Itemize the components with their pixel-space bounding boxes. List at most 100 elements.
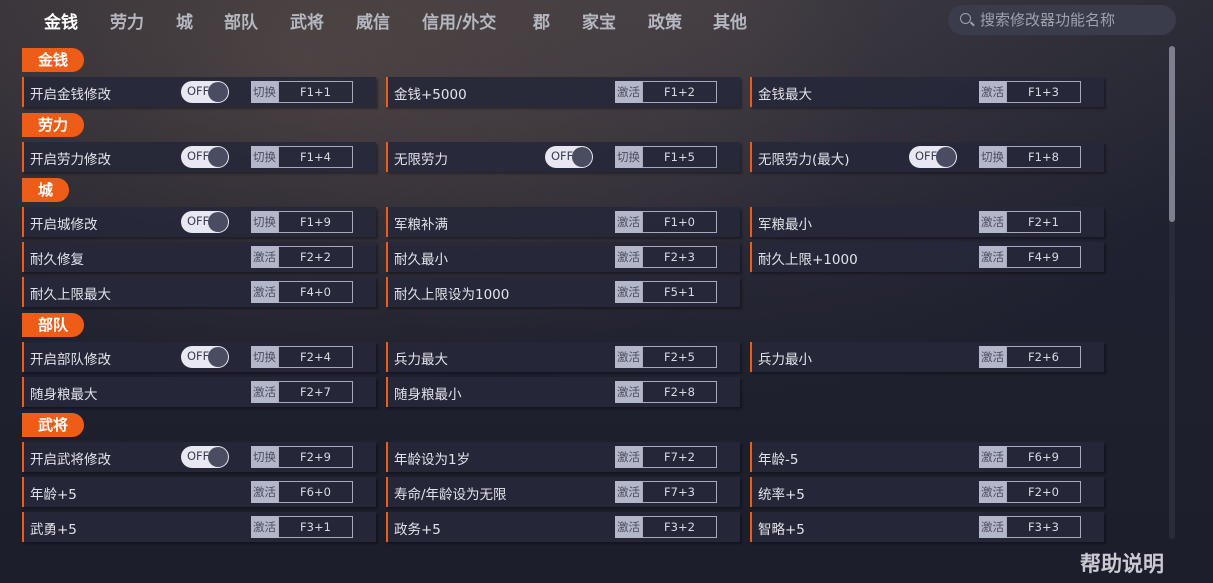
hotkey-field[interactable]: F2+1 — [1006, 211, 1081, 233]
feature-label: 兵力最大 — [394, 352, 448, 368]
hotkey-field[interactable]: F2+0 — [1006, 481, 1081, 503]
hotkey-field[interactable]: F1+9 — [278, 211, 353, 233]
hotkey-field[interactable]: F1+1 — [278, 81, 353, 103]
toggle-state: OFF — [187, 449, 210, 463]
hotkey-field[interactable]: F2+3 — [642, 246, 717, 268]
feature-row: 军粮最小 激活 F2+1 — [750, 207, 1104, 237]
hotkey-action-label: 激活 — [615, 81, 642, 103]
feature-label: 年龄设为1岁 — [394, 452, 471, 468]
feature-row: 耐久上限设为1000 激活 F5+1 — [386, 277, 740, 307]
feature-label: 政务+5 — [394, 522, 441, 538]
hotkey-field[interactable]: F2+7 — [278, 381, 353, 403]
feature-row: 兵力最小 激活 F2+6 — [750, 342, 1104, 372]
hotkey-field[interactable]: F1+8 — [1006, 146, 1081, 168]
feature-toggle[interactable]: OFF — [545, 146, 593, 168]
hotkey-field[interactable]: F4+0 — [278, 281, 353, 303]
feature-row: 开启武将修改 OFF 切换 F2+9 — [22, 442, 376, 472]
hotkey-action-label: 激活 — [615, 481, 642, 503]
hotkey-field[interactable]: F5+1 — [642, 281, 717, 303]
hotkey-field[interactable]: F2+8 — [642, 381, 717, 403]
hotkey-field[interactable]: F2+2 — [278, 246, 353, 268]
feature-toggle[interactable]: OFF — [181, 211, 229, 233]
feature-label: 年龄+5 — [30, 487, 77, 503]
hotkey-action-label: 激活 — [979, 516, 1006, 538]
feature-label: 武勇+5 — [30, 522, 77, 538]
hotkey-field[interactable]: F1+0 — [642, 211, 717, 233]
hotkey-action-label: 切换 — [251, 446, 278, 468]
hotkey-field[interactable]: F2+4 — [278, 346, 353, 368]
hotkey-action-label: 激活 — [615, 516, 642, 538]
toggle-knob — [936, 147, 956, 167]
hotkey-field[interactable]: F2+5 — [642, 346, 717, 368]
feature-label: 耐久最小 — [394, 252, 448, 268]
feature-toggle[interactable]: OFF — [181, 146, 229, 168]
feature-row: 兵力最大 激活 F2+5 — [386, 342, 740, 372]
feature-label: 兵力最小 — [758, 352, 812, 368]
hotkey-field[interactable]: F1+3 — [1006, 81, 1081, 103]
feature-row: 金钱+5000 激活 F1+2 — [386, 77, 740, 107]
hotkey-action-label: 激活 — [251, 381, 278, 403]
hotkey-field[interactable]: F7+2 — [642, 446, 717, 468]
toggle-state: OFF — [187, 149, 210, 163]
hotkey-action-label: 激活 — [615, 381, 642, 403]
hotkey-field[interactable]: F1+4 — [278, 146, 353, 168]
feature-row: 开启劳力修改 OFF 切换 F1+4 — [22, 142, 376, 172]
hotkey-action-label: 切换 — [251, 146, 278, 168]
toggle-knob — [208, 212, 228, 232]
hotkey-field[interactable]: F3+1 — [278, 516, 353, 538]
feature-toggle[interactable]: OFF — [181, 446, 229, 468]
scroll-thumb[interactable] — [1169, 46, 1175, 222]
hotkey-action-label: 激活 — [251, 481, 278, 503]
feature-toggle[interactable]: OFF — [181, 346, 229, 368]
feature-row: 耐久修复 激活 F2+2 — [22, 242, 376, 272]
feature-row: 年龄-5 激活 F6+9 — [750, 442, 1104, 472]
feature-row: 开启城修改 OFF 切换 F1+9 — [22, 207, 376, 237]
feature-toggle[interactable]: OFF — [909, 146, 957, 168]
hotkey-field[interactable]: F2+9 — [278, 446, 353, 468]
feature-label: 随身粮最小 — [394, 387, 462, 403]
feature-row: 政务+5 激活 F3+2 — [386, 512, 740, 542]
feature-row: 耐久上限+1000 激活 F4+9 — [750, 242, 1104, 272]
hotkey-action-label: 切换 — [251, 81, 278, 103]
feature-label: 耐久上限最大 — [30, 287, 111, 303]
feature-label: 金钱最大 — [758, 87, 812, 103]
hotkey-action-label: 切换 — [615, 146, 642, 168]
scrollbar[interactable] — [1169, 46, 1175, 539]
hotkey-action-label: 激活 — [615, 211, 642, 233]
hotkey-action-label: 切换 — [251, 346, 278, 368]
hotkey-field[interactable]: F2+6 — [1006, 346, 1081, 368]
section-title: 金钱 — [22, 48, 85, 72]
feature-row: 无限劳力 OFF 切换 F1+5 — [386, 142, 740, 172]
feature-row: 耐久最小 激活 F2+3 — [386, 242, 740, 272]
hotkey-field[interactable]: F3+2 — [642, 516, 717, 538]
hotkey-action-label: 激活 — [251, 516, 278, 538]
feature-label: 开启金钱修改 — [30, 87, 111, 103]
section-title: 劳力 — [22, 113, 85, 137]
feature-row: 开启部队修改 OFF 切换 F2+4 — [22, 342, 376, 372]
hotkey-action-label: 切换 — [979, 146, 1006, 168]
hotkey-action-label: 激活 — [615, 246, 642, 268]
toggle-state: OFF — [551, 149, 574, 163]
feature-label: 开启部队修改 — [30, 352, 111, 368]
help-link[interactable]: 帮助说明 — [1080, 548, 1164, 578]
hotkey-field[interactable]: F6+9 — [1006, 446, 1081, 468]
feature-label: 寿命/年龄设为无限 — [394, 487, 507, 503]
hotkey-field[interactable]: F1+2 — [642, 81, 717, 103]
feature-label: 智略+5 — [758, 522, 805, 538]
feature-label: 耐久上限设为1000 — [394, 287, 510, 303]
hotkey-field[interactable]: F3+3 — [1006, 516, 1081, 538]
feature-label: 随身粮最大 — [30, 387, 98, 403]
toggle-state: OFF — [915, 149, 938, 163]
feature-label: 金钱+5000 — [394, 87, 467, 103]
toggle-knob — [208, 82, 228, 102]
feature-row: 开启金钱修改 OFF 切换 F1+1 — [22, 77, 376, 107]
feature-label: 年龄-5 — [758, 452, 799, 468]
hotkey-field[interactable]: F6+0 — [278, 481, 353, 503]
hotkey-field[interactable]: F1+5 — [642, 146, 717, 168]
hotkey-action-label: 切换 — [251, 211, 278, 233]
toggle-state: OFF — [187, 214, 210, 228]
hotkey-action-label: 激活 — [979, 211, 1006, 233]
feature-toggle[interactable]: OFF — [181, 81, 229, 103]
hotkey-field[interactable]: F7+3 — [642, 481, 717, 503]
hotkey-field[interactable]: F4+9 — [1006, 246, 1081, 268]
